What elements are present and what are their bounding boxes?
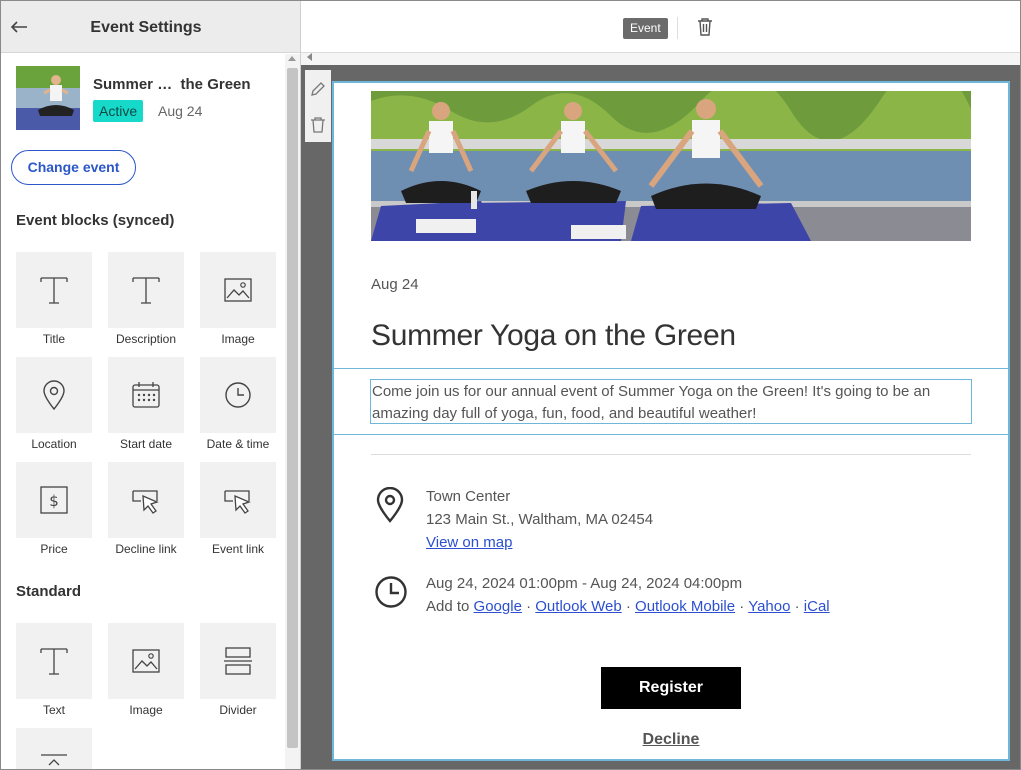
image-icon	[132, 649, 160, 673]
clock-icon	[375, 576, 407, 608]
trash-icon[interactable]	[309, 116, 327, 134]
block-date-time[interactable]: Date & time	[200, 357, 276, 451]
block-label: Start date	[119, 437, 173, 451]
collapse-panel-icon[interactable]	[306, 53, 312, 61]
block-image[interactable]: Image	[200, 252, 276, 346]
divider-line	[371, 454, 971, 455]
location-pin-icon	[376, 487, 404, 523]
calendar-link-outlook-web[interactable]: Outlook Web	[535, 598, 621, 615]
register-button[interactable]: Register	[601, 667, 741, 709]
event-date: Aug 24	[158, 103, 203, 119]
link-separator: ·	[739, 598, 745, 615]
event-date-text: Aug 24	[371, 276, 419, 293]
block-decline-link[interactable]: Decline link	[108, 462, 184, 556]
event-hero-image	[371, 91, 971, 241]
location-address: 123 Main St., Waltham, MA 02454	[426, 511, 654, 528]
block-label: Price	[40, 542, 68, 556]
event-datetime: Aug 24, 2024 01:00pm - Aug 24, 2024 04:0…	[426, 575, 743, 592]
calendar-link-outlook-mobile[interactable]: Outlook Mobile	[635, 598, 735, 615]
editor-toolbar: Event	[301, 1, 1020, 53]
toolbar-divider	[677, 17, 678, 39]
panel-title: Event Settings	[90, 19, 202, 36]
text-icon	[40, 277, 68, 304]
block-label: Description	[115, 332, 177, 346]
status-badge: Active	[93, 100, 144, 122]
block-label: Decline link	[115, 542, 177, 556]
event-thumbnail	[16, 66, 80, 130]
panel-header: Event Settings	[1, 1, 300, 53]
event-title: Summer Yoga on the Green	[371, 319, 736, 352]
price-icon: $	[40, 486, 68, 514]
block-title[interactable]: Title	[16, 252, 92, 346]
block-spacer[interactable]	[16, 728, 92, 769]
location-pin-icon	[43, 380, 65, 411]
clock-icon	[225, 382, 251, 408]
panel-scrollbar[interactable]	[285, 54, 300, 769]
block-label: Date & time	[206, 437, 270, 451]
block-start-date[interactable]: Start date	[108, 357, 184, 451]
text-icon	[40, 648, 68, 675]
panel-content: Summer … the Green Active Aug 24 Change …	[1, 54, 284, 769]
block-label: Title	[42, 332, 66, 346]
spacer-icon	[41, 754, 67, 766]
description-block[interactable]: Come join us for our annual event of Sum…	[334, 368, 1008, 435]
email-canvas: Aug 24 Summer Yoga on the Green Come joi…	[301, 65, 1020, 769]
event-name: Summer … the Green	[93, 76, 251, 93]
link-separator: ·	[794, 598, 800, 615]
pencil-icon[interactable]	[309, 80, 327, 98]
view-on-map-link[interactable]: View on map	[426, 534, 512, 551]
event-description[interactable]: Come join us for our annual event of Sum…	[370, 379, 972, 424]
block-price[interactable]: $ Price	[16, 462, 92, 556]
event-block[interactable]: Aug 24 Summer Yoga on the Green Come joi…	[332, 81, 1010, 761]
cursor-link-icon	[224, 490, 251, 514]
trash-icon[interactable]	[696, 17, 714, 37]
event-settings-panel: Event Settings Summer … the Green Active…	[1, 1, 301, 769]
block-label: Divider	[219, 703, 257, 717]
scroll-up-arrow-icon[interactable]	[288, 56, 296, 61]
block-location[interactable]: Location	[16, 357, 92, 451]
scrollbar-thumb[interactable]	[287, 68, 298, 748]
add-to-label: Add to	[426, 598, 470, 615]
svg-text:$: $	[49, 492, 59, 510]
block-label: Text	[42, 703, 65, 717]
section-title-standard: Standard	[16, 583, 82, 600]
block-text[interactable]: Text	[16, 623, 92, 717]
calendar-icon	[132, 382, 160, 408]
block-description[interactable]: Description	[108, 252, 184, 346]
cursor-link-icon	[132, 490, 159, 514]
decline-link[interactable]: Decline	[601, 731, 741, 749]
block-label: Image	[129, 703, 163, 717]
app-window: Event Settings Summer … the Green Active…	[0, 0, 1021, 770]
block-event-link[interactable]: Event link	[200, 462, 276, 556]
block-divider[interactable]: Divider	[200, 623, 276, 717]
link-separator: ·	[625, 598, 631, 615]
calendar-link-ical[interactable]: iCal	[804, 598, 830, 615]
add-to-calendar: Add to Google · Outlook Web · Outlook Mo…	[426, 598, 830, 615]
block-label: Location	[31, 437, 77, 451]
divider-icon	[224, 647, 252, 675]
block-standard-image[interactable]: Image	[108, 623, 184, 717]
block-type-tag: Event	[623, 18, 668, 39]
location-name: Town Center	[426, 488, 511, 505]
block-label: Event link	[211, 542, 265, 556]
editor-area: Event Aug 24 Summer Yoga on the Green Co…	[301, 1, 1020, 769]
block-side-toolbar	[305, 70, 331, 142]
block-label: Image	[221, 332, 255, 346]
link-separator: ·	[526, 598, 532, 615]
section-title-synced: Event blocks (synced)	[16, 212, 175, 229]
text-icon	[132, 277, 160, 304]
change-event-button[interactable]: Change event	[11, 150, 136, 185]
calendar-link-google[interactable]: Google	[474, 598, 522, 615]
image-icon	[224, 278, 252, 302]
calendar-link-yahoo[interactable]: Yahoo	[748, 598, 790, 615]
